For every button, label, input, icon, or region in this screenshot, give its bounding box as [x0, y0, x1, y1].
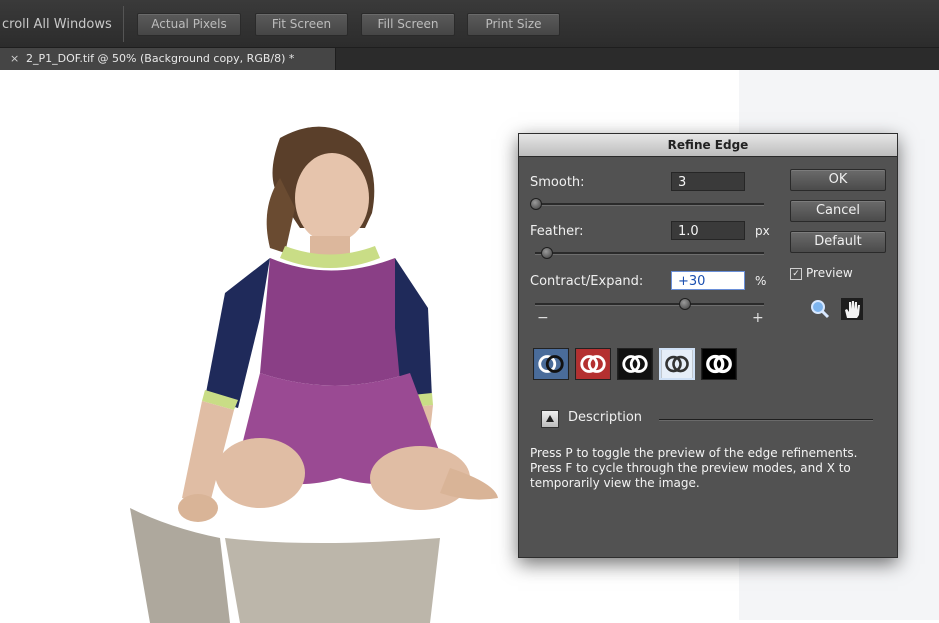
feather-unit: px: [755, 224, 770, 238]
actual-pixels-button[interactable]: Actual Pixels: [137, 13, 241, 36]
close-tab-icon[interactable]: ×: [10, 48, 19, 70]
ok-button[interactable]: OK: [790, 169, 886, 191]
feather-slider-thumb[interactable]: [541, 247, 554, 259]
contract-expand-label: Contract/Expand:: [530, 274, 644, 289]
fit-screen-button[interactable]: Fit Screen: [255, 13, 348, 36]
contract-expand-field[interactable]: +30: [671, 271, 745, 290]
hand-icon[interactable]: [841, 298, 863, 320]
feather-field[interactable]: 1.0: [671, 221, 745, 240]
document-tab-title: 2_P1_DOF.tif @ 50% (Background copy, RGB…: [26, 52, 295, 65]
document-tab[interactable]: × 2_P1_DOF.tif @ 50% (Background copy, R…: [0, 48, 336, 70]
contract-expand-slider-track[interactable]: [535, 303, 764, 306]
preview-check-icon[interactable]: ✓: [790, 267, 802, 280]
smooth-slider-thumb[interactable]: [530, 198, 542, 210]
cancel-button[interactable]: Cancel: [790, 200, 886, 222]
contract-expand-slider-thumb[interactable]: [678, 298, 691, 310]
document-tab-bar: × 2_P1_DOF.tif @ 50% (Background copy, R…: [0, 48, 939, 70]
smooth-label: Smooth:: [530, 175, 585, 190]
zoom-icon[interactable]: [809, 298, 831, 320]
feather-slider-track[interactable]: [535, 252, 764, 255]
description-divider: [659, 419, 873, 421]
smooth-field[interactable]: 3: [671, 172, 745, 191]
smooth-slider-track[interactable]: [535, 203, 764, 206]
view-mode-4-selected[interactable]: [659, 348, 695, 380]
girl-photo: [130, 126, 498, 623]
dialog-title[interactable]: Refine Edge: [519, 134, 897, 157]
preview-label: Preview: [806, 266, 853, 280]
contract-expand-unit: %: [755, 274, 767, 288]
scroll-all-windows-checkbox-label[interactable]: croll All Windows: [2, 17, 112, 32]
view-mode-3[interactable]: [617, 348, 653, 380]
description-text: Press P to toggle the preview of the edg…: [530, 446, 858, 490]
view-mode-2[interactable]: [575, 348, 611, 380]
view-mode-1[interactable]: [533, 348, 569, 380]
description-toggle-button[interactable]: [541, 410, 559, 428]
print-size-button[interactable]: Print Size: [467, 13, 560, 36]
feather-label: Feather:: [530, 224, 584, 239]
contract-min-label: −: [537, 310, 549, 326]
default-button[interactable]: Default: [790, 231, 886, 253]
view-mode-5[interactable]: [701, 348, 737, 380]
toolbar-divider: [123, 6, 124, 42]
preview-checkbox[interactable]: ✓ Preview: [790, 266, 853, 280]
refine-edge-dialog: Refine Edge Smooth: 3 Feather: 1.0 px Co…: [518, 133, 898, 558]
expand-max-label: +: [752, 310, 764, 326]
view-options-bar: croll All Windows Actual Pixels Fit Scre…: [0, 0, 939, 48]
description-label: Description: [568, 410, 643, 425]
fill-screen-button[interactable]: Fill Screen: [361, 13, 455, 36]
